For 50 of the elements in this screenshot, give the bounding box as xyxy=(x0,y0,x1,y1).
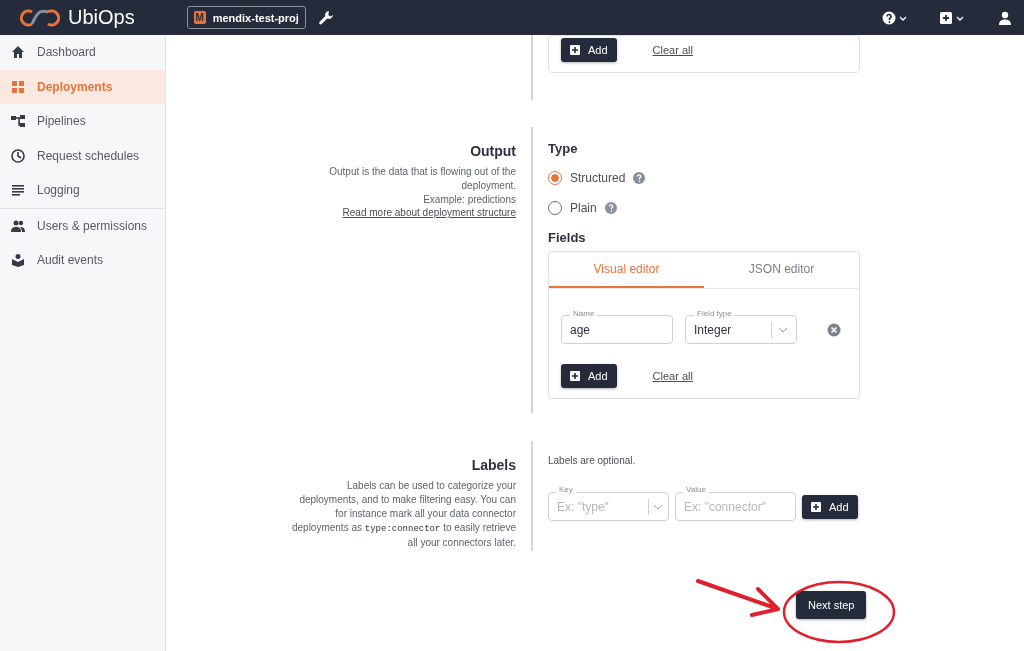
caret-icon[interactable] xyxy=(653,504,663,510)
list-icon xyxy=(11,183,25,198)
key-select[interactable]: Ex: "type" xyxy=(548,492,669,521)
next-step-button[interactable]: Next step xyxy=(796,591,867,619)
plus-icon xyxy=(570,371,580,381)
radio-label[interactable]: Structured xyxy=(570,171,626,185)
section-title: Output xyxy=(470,143,516,159)
radio-label[interactable]: Plain xyxy=(570,201,597,215)
users-icon xyxy=(11,218,25,233)
section-description: Output is the data that is flowing out of the deployment. xyxy=(328,165,516,193)
sidebar-item[interactable]: Users & permissions xyxy=(0,208,165,243)
grid-icon xyxy=(11,79,25,94)
add-menu-icon[interactable] xyxy=(940,10,966,25)
sidebar-item[interactable]: Logging xyxy=(0,173,165,208)
sidebar-item[interactable]: Audit events xyxy=(0,243,165,278)
hint-text: Labels are optional. xyxy=(548,455,637,466)
field-label: Value xyxy=(683,485,709,494)
project-avatar: M xyxy=(193,11,206,24)
section-title: Labels xyxy=(471,457,516,473)
value-field[interactable]: Ex: "connector" xyxy=(675,492,796,521)
plus-icon xyxy=(811,501,821,512)
sidebar-item[interactable]: Pipelines xyxy=(0,104,165,139)
logo-icon xyxy=(20,7,60,28)
example-text: Example: predictions xyxy=(422,193,516,207)
sidebar-item[interactable]: Dashboard xyxy=(0,35,165,70)
editor-tab[interactable]: JSON editor xyxy=(704,252,859,288)
caret-icon xyxy=(778,326,788,333)
sidebar-item[interactable]: Request schedules xyxy=(0,138,165,173)
radio-button[interactable] xyxy=(548,171,562,185)
remove-icon[interactable] xyxy=(827,322,841,337)
clear-all-link[interactable]: Clear all xyxy=(652,44,693,56)
fields-label: Fields xyxy=(548,230,587,245)
home-icon xyxy=(11,45,25,60)
pipeline-icon xyxy=(11,114,25,129)
clock-icon xyxy=(11,148,25,163)
field-label: Key xyxy=(556,485,576,494)
project-selector[interactable]: M mendix-test-proj xyxy=(186,6,306,29)
project-name: mendix-test-proj xyxy=(212,11,299,24)
section-description: Labels can be used to categorize your deployments, and to make filtering easy. You can for instance mark all your data connector deployments as type:connector to easily retrieve all your connectors later. xyxy=(290,479,516,550)
plus-icon xyxy=(570,45,580,55)
wrench-icon[interactable] xyxy=(317,9,334,26)
type-label: Type xyxy=(548,141,579,156)
help-icon[interactable] xyxy=(882,10,908,25)
add-button[interactable]: Add xyxy=(561,364,617,388)
logo-text: UbiOps xyxy=(68,6,135,29)
add-button[interactable]: Add xyxy=(802,494,858,519)
docs-link[interactable]: Read more about deployment structure xyxy=(342,207,516,218)
add-button[interactable]: Add xyxy=(561,38,617,62)
clear-all-link[interactable]: Clear all xyxy=(652,370,693,382)
user-icon[interactable] xyxy=(998,10,1012,25)
